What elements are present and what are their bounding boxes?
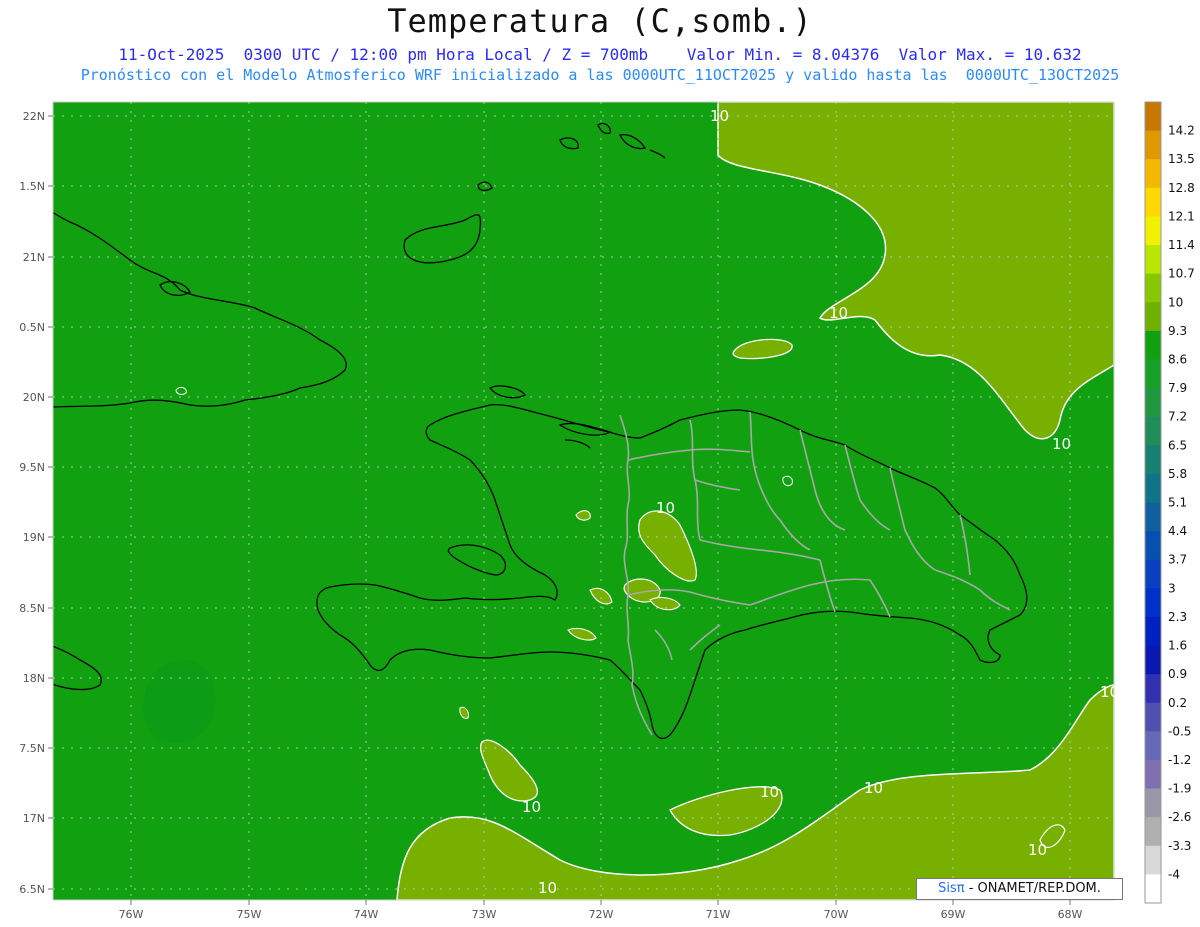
colorbar-swatch (1145, 616, 1161, 647)
colorbar-swatch (1145, 473, 1161, 503)
colorbar-swatch (1145, 187, 1161, 217)
colorbar-label: 5.8 (1168, 467, 1187, 481)
colorbar-swatch (1145, 674, 1161, 704)
colorbar: 14.2 13.5 12.8 12.1 11.4 10.7 10 9.3 8.6 7.9 7.2 6.… (1144, 101, 1195, 904)
colorbar-swatch (1145, 102, 1161, 132)
colorbar-label: 14.2 (1168, 124, 1195, 138)
lon-label: 69W (941, 908, 966, 921)
colorbar-label: 11.4 (1168, 238, 1195, 252)
contour-label: 10 (710, 107, 729, 125)
colorbar-swatch (1145, 531, 1161, 561)
colorbar-label: 4.4 (1168, 524, 1187, 538)
colorbar-label: 10.7 (1168, 267, 1195, 281)
colorbar-label: -4 (1168, 867, 1180, 881)
lon-label: 70W (824, 908, 849, 921)
lat-label: 22N (23, 110, 45, 123)
colorbar-swatch (1145, 245, 1161, 275)
colorbar-swatch (1145, 788, 1161, 818)
colorbar-label: 8.6 (1168, 352, 1187, 366)
lon-label: 73W (472, 908, 497, 921)
colorbar-label: 3.7 (1168, 553, 1187, 567)
colorbar-label: -2.6 (1168, 810, 1191, 824)
colorbar-label: 13.5 (1168, 152, 1195, 166)
colorbar-swatch (1145, 388, 1161, 418)
colorbar-swatch (1145, 416, 1161, 446)
colorbar-swatch (1145, 359, 1161, 389)
colorbar-swatch (1145, 559, 1161, 589)
lon-label: 76W (119, 908, 144, 921)
colorbar-label: 9.3 (1168, 324, 1187, 338)
colorbar-label: 7.2 (1168, 410, 1187, 424)
contour-label: 10 (538, 879, 557, 897)
colorbar-label: 10 (1168, 295, 1183, 309)
colorbar-swatch (1145, 502, 1161, 532)
colorbar-label: 0.2 (1168, 696, 1187, 710)
colorbar-swatch (1145, 130, 1161, 160)
sis-logo-text: Sisπ (938, 881, 965, 896)
lat-label: 6.5N (19, 883, 45, 896)
lon-label: 74W (354, 908, 379, 921)
contour-label: 10 (1028, 841, 1047, 859)
contour-label: 10 (760, 783, 779, 801)
colorbar-label: -0.5 (1168, 724, 1191, 738)
lat-label: 17N (23, 812, 45, 825)
lat-label: 1.5N (19, 180, 45, 193)
lon-label: 71W (706, 908, 731, 921)
lat-label: 18N (23, 672, 45, 685)
colorbar-swatch (1145, 588, 1161, 618)
colorbar-label: -3.3 (1168, 839, 1191, 853)
colorbar-swatch (1145, 645, 1161, 675)
colorbar-label: 2.3 (1168, 610, 1187, 624)
colorbar-swatch (1145, 216, 1161, 246)
colorbar-swatch (1145, 273, 1161, 303)
contour-label: 10 (1100, 683, 1119, 701)
colorbar-label: 5.1 (1168, 496, 1187, 510)
colorbar-swatch (1145, 817, 1161, 847)
contour-label: 10 (1052, 435, 1071, 453)
lon-label: 68W (1058, 908, 1083, 921)
credit-box: Sisπ - ONAMET/REP.DOM. (916, 878, 1123, 900)
colorbar-label: 1.6 (1168, 639, 1187, 653)
colorbar-label: 0.9 (1168, 667, 1187, 681)
temperature-map: 22N 1.5N 21N 0.5N 20N 9.5N 19N 8.5N 18N … (19, 101, 1195, 921)
colorbar-swatch (1145, 874, 1161, 904)
contour-label: 10 (522, 798, 541, 816)
lon-label: 72W (589, 908, 614, 921)
colorbar-label: 6.5 (1168, 438, 1187, 452)
lon-label: 75W (237, 908, 262, 921)
lat-label: 21N (23, 251, 45, 264)
colorbar-label: 12.1 (1168, 209, 1195, 223)
lat-label: 8.5N (19, 602, 45, 615)
colorbar-label: 7.9 (1168, 381, 1187, 395)
colorbar-swatch (1145, 845, 1161, 875)
colorbar-swatch (1145, 702, 1161, 732)
contour-label: 10 (864, 779, 883, 797)
colorbar-label: 12.8 (1168, 181, 1195, 195)
colorbar-swatch (1145, 759, 1161, 790)
contour-label: 10 (829, 304, 848, 322)
credit-text: - ONAMET/REP.DOM. (964, 881, 1101, 896)
lat-label: 0.5N (19, 321, 45, 334)
lat-label: 19N (23, 531, 45, 544)
colorbar-swatch (1145, 445, 1161, 475)
colorbar-label: 3 (1168, 581, 1176, 595)
lat-label: 9.5N (19, 461, 45, 474)
colorbar-swatch (1145, 159, 1161, 189)
colorbar-swatch (1145, 302, 1161, 332)
colorbar-label: -1.2 (1168, 753, 1191, 767)
colorbar-swatch (1145, 731, 1161, 761)
colorbar-label: -1.9 (1168, 782, 1191, 796)
lat-label: 7.5N (19, 742, 45, 755)
colorbar-swatch (1145, 330, 1161, 360)
lat-label: 20N (23, 391, 45, 404)
contour-label: 10 (656, 499, 675, 517)
